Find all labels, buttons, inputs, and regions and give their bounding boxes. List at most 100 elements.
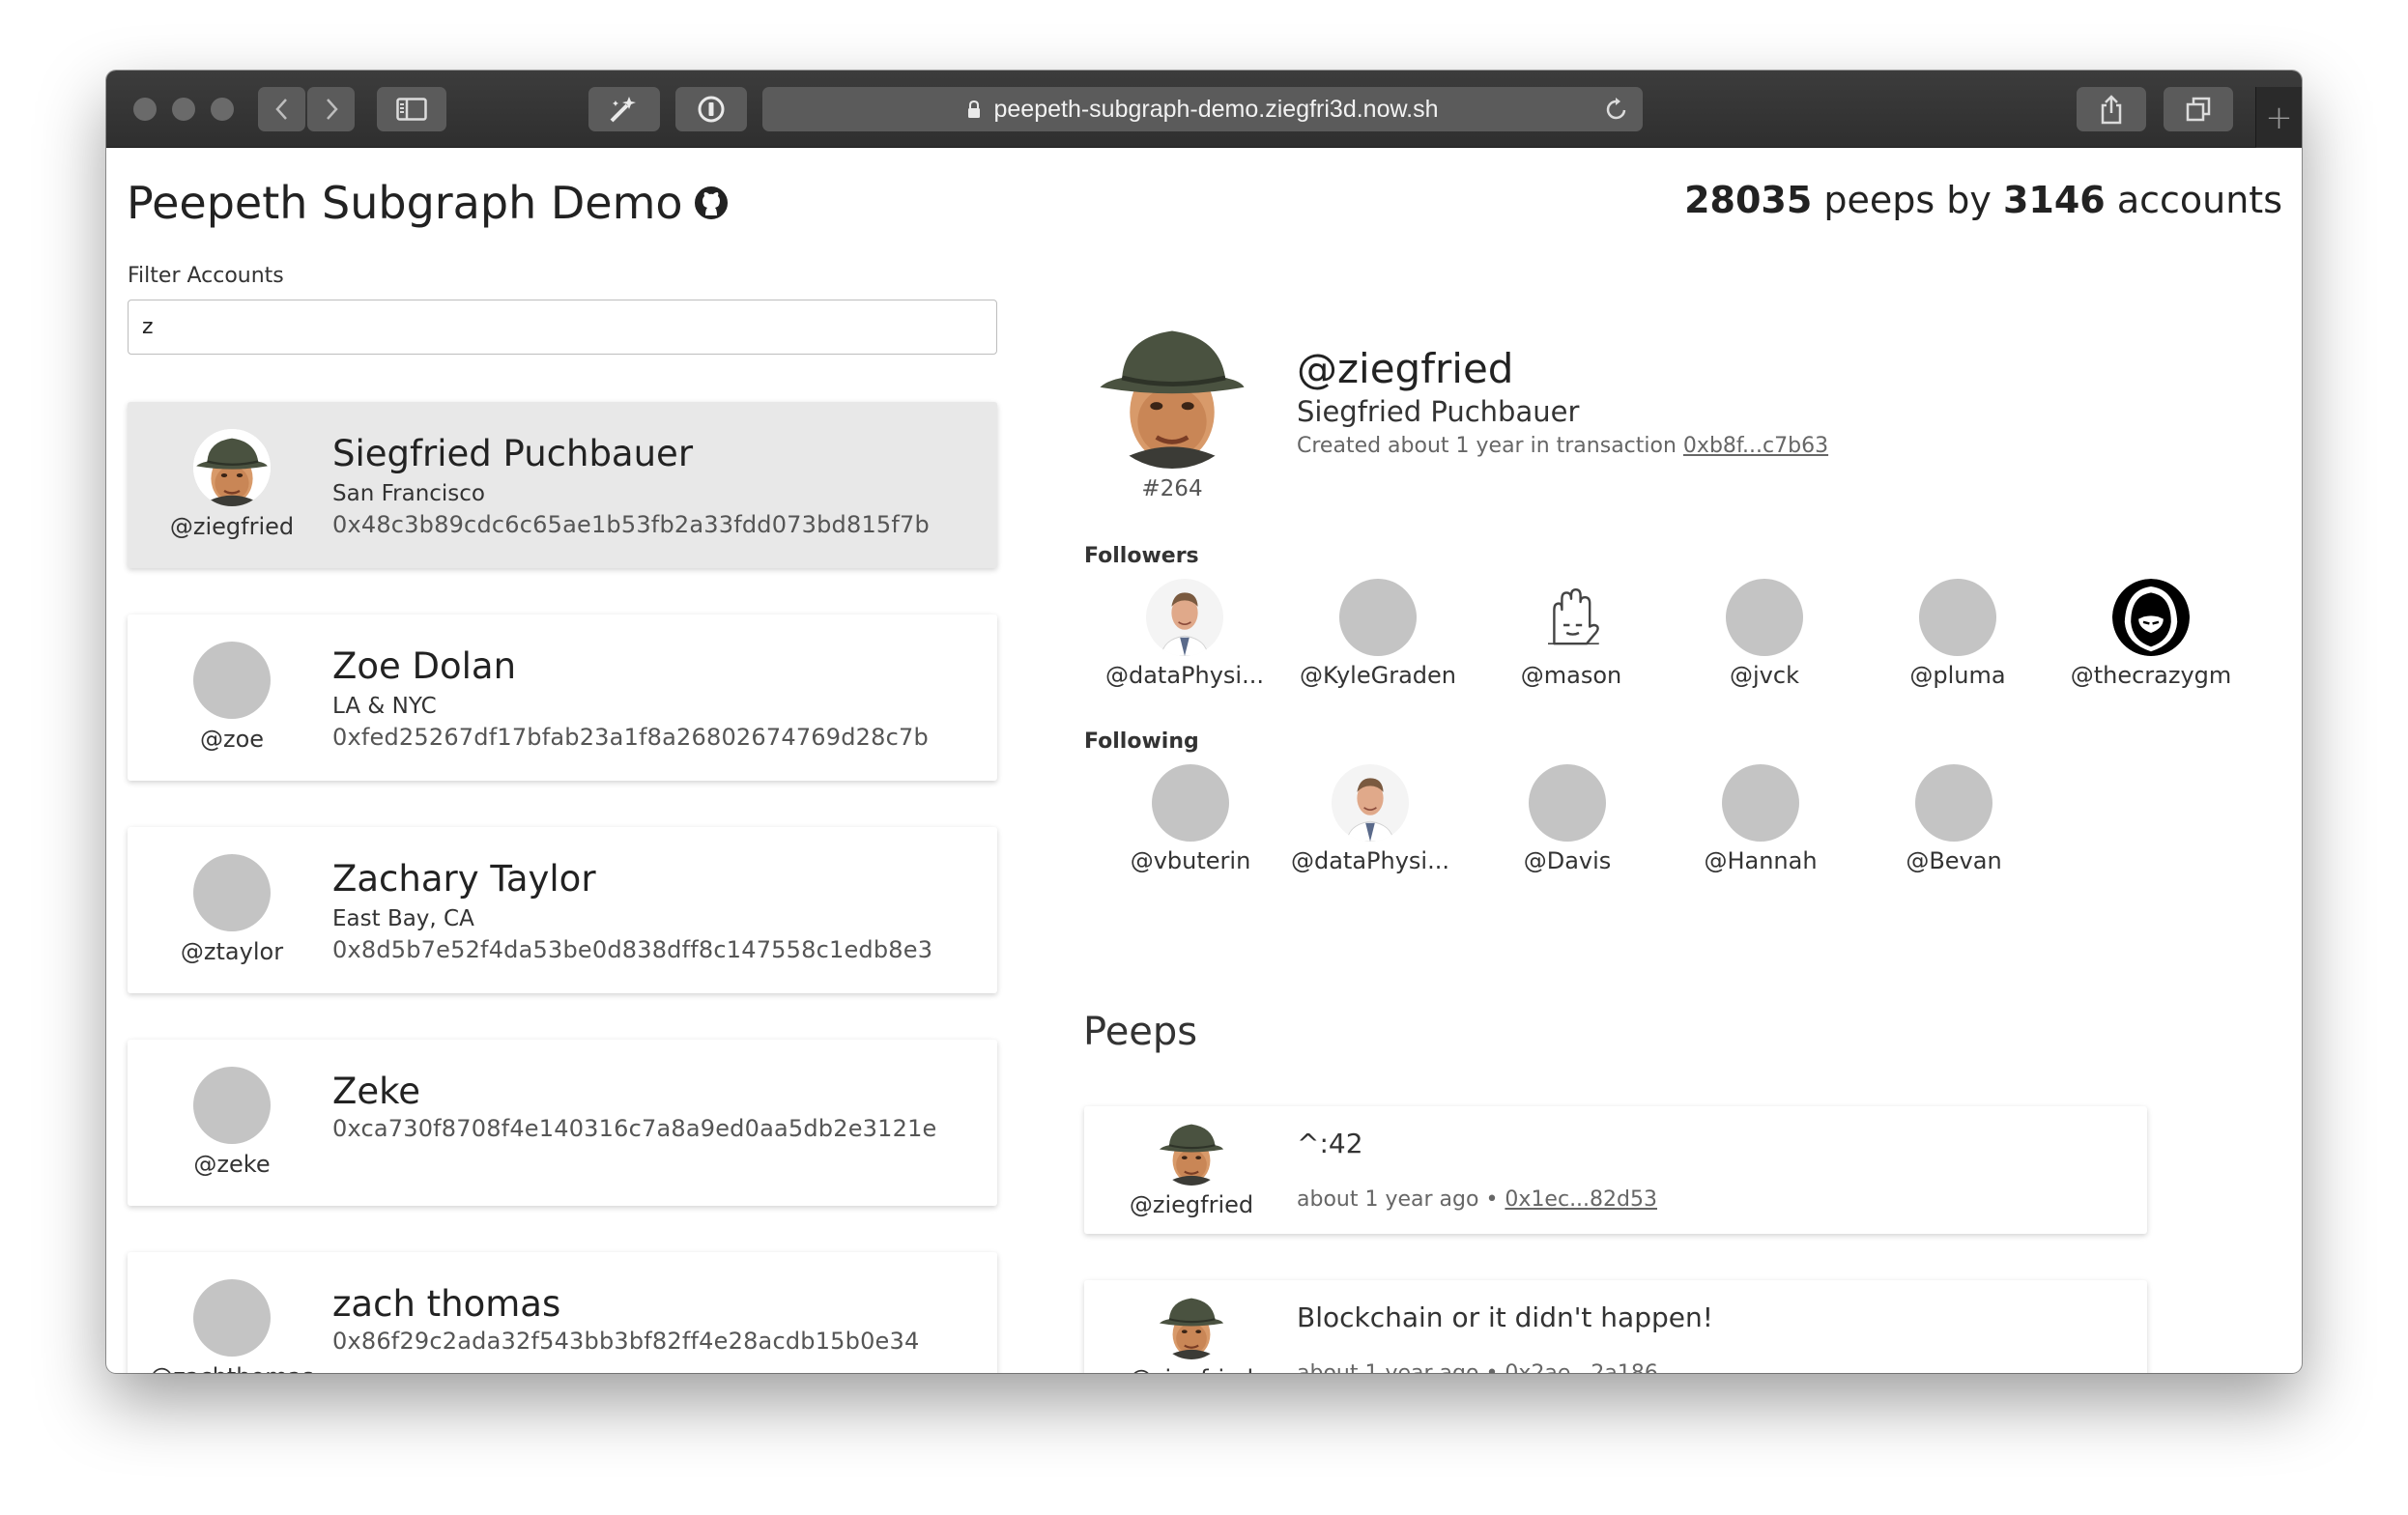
sidebar-icon [396,98,427,121]
account-handle: @zoe [199,726,265,753]
avatar [1533,579,1610,656]
avatar [1529,764,1606,842]
minimize-window-button[interactable] [172,98,195,121]
account-handle: @zeke [193,1151,271,1178]
peeps-word: peeps by [1823,179,1992,221]
following-handle: @Bevan [1906,847,2002,874]
github-icon[interactable] [694,186,728,219]
profile-created: Created about 1 year in transaction 0xb8… [1297,434,1828,458]
avatar [1157,1116,1226,1186]
peeps-count: 28035 [1684,179,1813,221]
app-title-text: Peepeth Subgraph Demo [127,177,683,229]
share-button[interactable] [2077,87,2146,131]
follower-item[interactable]: @pluma [1861,579,2054,689]
peep-transaction-link[interactable]: 0x2ae...2a186 [1505,1361,1657,1373]
following-item[interactable]: @dataPhysi... [1274,764,1467,874]
follower-handle: @dataPhysi... [1104,662,1264,689]
account-card[interactable]: @zeke Zeke 0xca730f8708f4e140316c7a8a9ed… [128,1040,997,1206]
avatar [1726,579,1803,656]
password-manager-button[interactable] [675,87,747,131]
zoom-window-button[interactable] [211,98,234,121]
reload-icon[interactable] [1604,96,1629,123]
url-text: peepeth-subgraph-demo.ziegfri3d.now.sh [993,95,1439,123]
peep-text: Blockchain or it didn't happen! [1297,1301,1713,1333]
account-handle: @ziegfried [169,513,295,540]
password-icon [698,96,725,123]
sidebar-toggle-button[interactable] [377,87,446,131]
avatar [193,429,271,506]
peep-handle[interactable]: @ziegfried [1084,1191,1299,1218]
browser-window: peepeth-subgraph-demo.ziegfri3d.now.sh +… [106,71,2302,1373]
avatar [1146,579,1223,656]
close-window-button[interactable] [133,98,157,121]
avatar [1915,764,1992,842]
peep-card: @ziegfried ^:42 about 1 year ago • 0x1ec… [1084,1106,2147,1234]
avatar [1332,764,1409,842]
avatar [193,642,271,719]
account-handle: @ztaylor [180,938,284,965]
follower-item[interactable]: @dataPhysi... [1088,579,1281,689]
share-icon [2101,95,2122,125]
peep-transaction-link[interactable]: 0x1ec...82d53 [1505,1187,1657,1212]
filter-accounts-input[interactable] [128,300,997,355]
account-card[interactable]: @zachthomas zach thomas 0x86f29c2ada32f5… [128,1252,997,1373]
avatar [193,1279,271,1357]
avatar [2112,579,2190,656]
follower-handle: @pluma [1909,662,2006,689]
account-handle: @zachthomas [128,1363,336,1373]
back-button[interactable] [258,87,305,131]
account-card[interactable]: @ztaylor Zachary Taylor East Bay, CA 0x8… [128,827,997,993]
account-name: zach thomas [332,1283,561,1325]
tabs-overview-button[interactable] [2164,87,2233,131]
filter-label: Filter Accounts [128,264,284,288]
account-address: 0x86f29c2ada32f543bb3bf82ff4e28acdb15b0e… [332,1328,920,1355]
account-location: LA & NYC [332,694,437,719]
browser-toolbar: peepeth-subgraph-demo.ziegfri3d.now.sh + [106,71,2302,148]
peep-meta: about 1 year ago • 0x2ae...2a186 [1297,1361,1658,1373]
follower-item[interactable]: @thecrazygm [2054,579,2248,689]
peeps-heading: Peeps [1083,1010,1198,1054]
account-card[interactable]: @zoe Zoe Dolan LA & NYC 0xfed25267df17bf… [128,615,997,781]
peep-meta: about 1 year ago • 0x1ec...82d53 [1297,1187,1657,1212]
following-handle: @dataPhysi... [1290,847,1449,874]
account-card[interactable]: @ziegfried Siegfried Puchbauer San Franc… [128,402,997,568]
profile-number: #264 [1141,476,1203,501]
account-location: East Bay, CA [332,906,474,931]
avatar [1152,764,1229,842]
profile-avatar [1094,312,1250,469]
stats-summary: 28035 peeps by 3146 accounts [1684,179,2282,221]
account-name: Zachary Taylor [332,858,596,900]
peep-handle[interactable]: @ziegfried [1084,1365,1299,1373]
accounts-count: 3146 [2002,179,2106,221]
page-content: Peepeth Subgraph Demo 28035 peeps by 314… [106,148,2302,1373]
following-item[interactable]: @vbuterin [1094,764,1287,874]
account-address: 0xca730f8708f4e140316c7a8a9ed0aa5db2e312… [332,1115,937,1142]
avatar [193,1067,271,1144]
forward-button[interactable] [307,87,355,131]
profile-handle: @ziegfried [1297,345,1514,392]
account-name: Zeke [332,1071,420,1112]
follower-item[interactable]: @jvck [1668,579,1861,689]
chevron-left-icon [274,99,287,120]
created-transaction-link[interactable]: 0xb8f...c7b63 [1683,434,1828,458]
avatar [1157,1290,1226,1359]
follower-handle: @mason [1520,662,1622,689]
page-title: Peepeth Subgraph Demo [127,177,728,229]
tabs-icon [2186,97,2211,122]
new-tab-button[interactable]: + [2255,87,2302,148]
follower-item[interactable]: @mason [1475,579,1668,689]
magic-wand-icon [610,97,636,123]
following-item[interactable]: @Hannah [1664,764,1857,874]
account-name: Zoe Dolan [332,645,517,687]
avatar [1722,764,1799,842]
following-item[interactable]: @Davis [1471,764,1664,874]
followers-label: Followers [1084,544,1199,568]
extension-button[interactable] [588,87,660,131]
following-handle: @vbuterin [1130,847,1251,874]
follower-item[interactable]: @KyleGraden [1281,579,1475,689]
address-bar[interactable]: peepeth-subgraph-demo.ziegfri3d.now.sh [762,87,1643,131]
lock-icon [968,100,981,118]
following-item[interactable]: @Bevan [1857,764,2050,874]
peep-card: @ziegfried Blockchain or it didn't happe… [1084,1280,2147,1373]
avatar [193,854,271,931]
